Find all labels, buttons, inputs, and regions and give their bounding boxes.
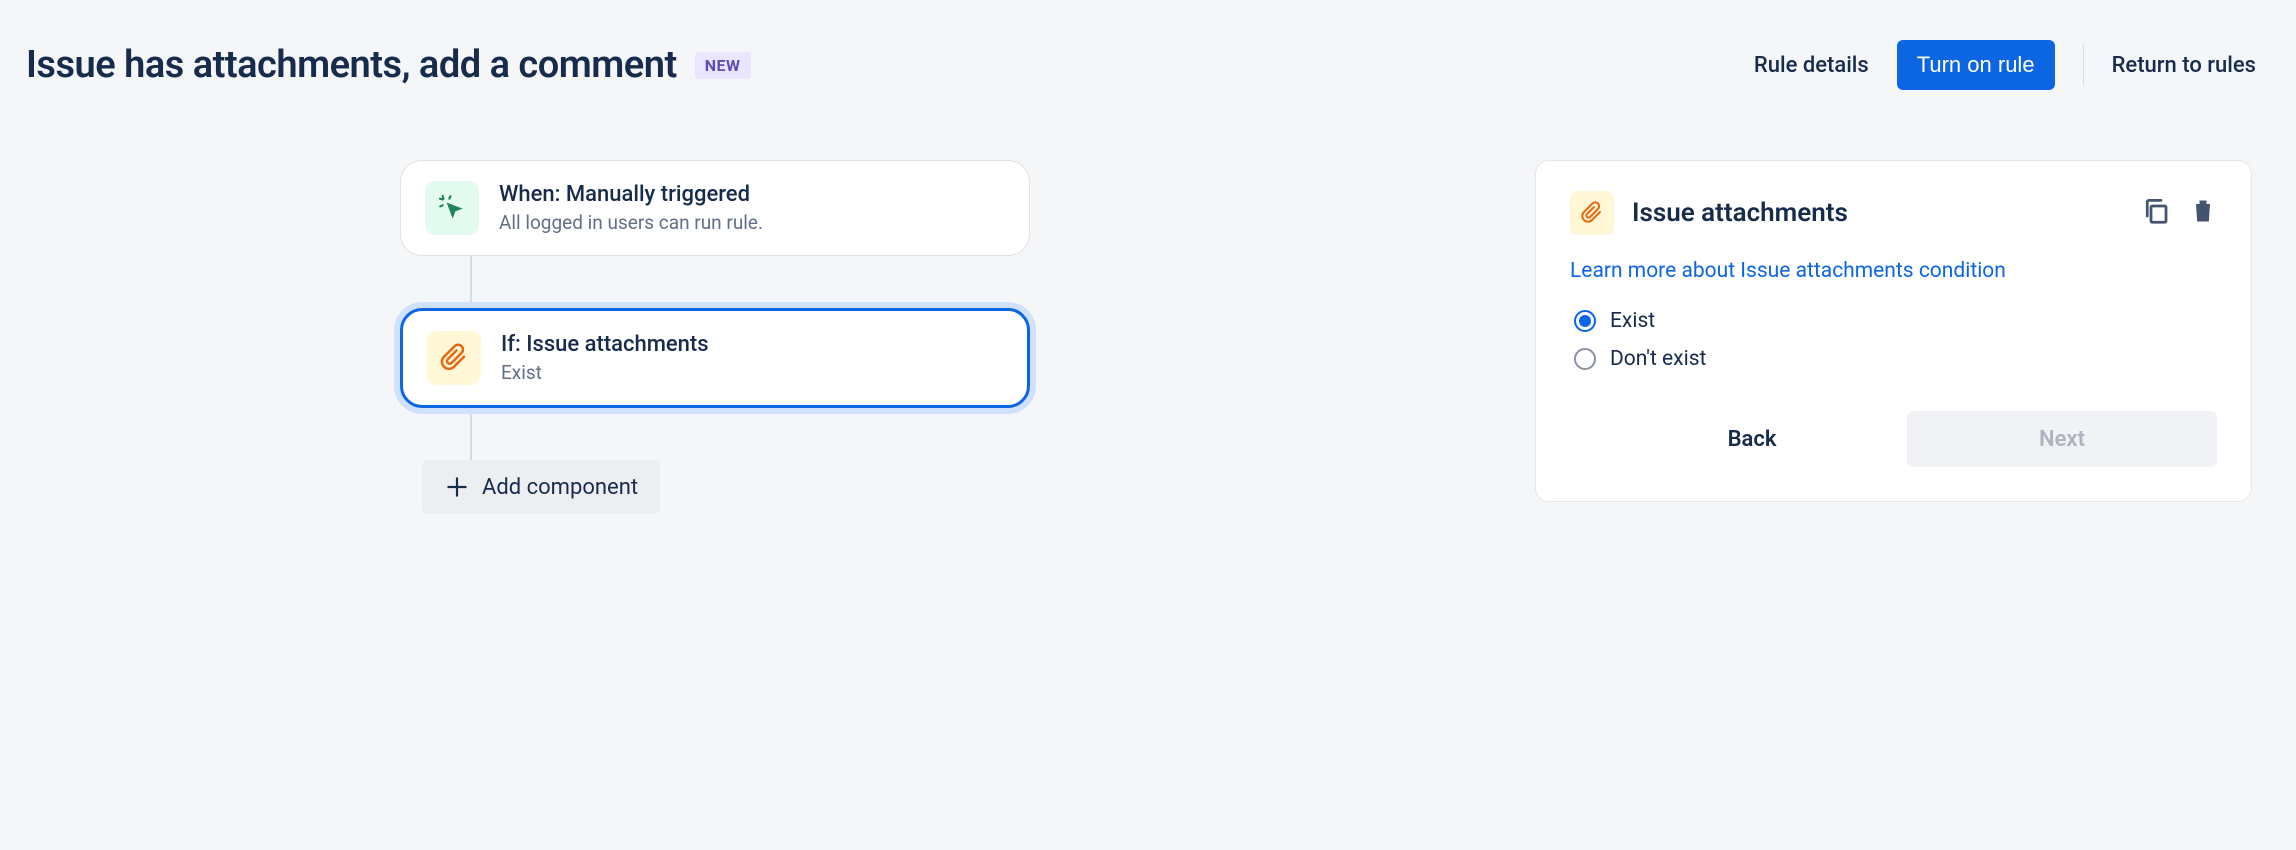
attachment-options: Exist Don't exist	[1574, 309, 2217, 371]
rule-details-link[interactable]: Rule details	[1754, 53, 1869, 78]
config-panel: Issue attachments	[1535, 160, 2252, 502]
plus-icon	[444, 474, 470, 500]
return-to-rules-link[interactable]: Return to rules	[2112, 53, 2256, 78]
new-badge: NEW	[695, 52, 751, 79]
panel-header: Issue attachments	[1570, 191, 2217, 235]
trash-icon[interactable]	[2189, 197, 2217, 229]
option-dont-exist-label: Don't exist	[1610, 347, 1706, 371]
duplicate-icon[interactable]	[2141, 196, 2171, 230]
option-exist[interactable]: Exist	[1574, 309, 2217, 333]
trigger-text: When: Manually triggered All logged in u…	[499, 182, 763, 234]
condition-text: If: Issue attachments Exist	[501, 332, 709, 384]
title-wrap: Issue has attachments, add a comment NEW	[26, 43, 751, 87]
option-exist-label: Exist	[1610, 309, 1655, 333]
panel-buttons: Back Next	[1570, 411, 2217, 467]
add-component-button[interactable]: Add component	[422, 460, 660, 514]
page-header: Issue has attachments, add a comment NEW…	[26, 40, 2256, 90]
learn-more-link[interactable]: Learn more about Issue attachments condi…	[1570, 259, 2006, 283]
trigger-card[interactable]: When: Manually triggered All logged in u…	[400, 160, 1030, 256]
rule-title: Issue has attachments, add a comment	[26, 43, 677, 87]
flow-connector	[470, 256, 472, 308]
condition-card[interactable]: If: Issue attachments Exist	[400, 308, 1030, 408]
cursor-click-icon	[425, 181, 479, 235]
condition-subtitle: Exist	[501, 361, 709, 384]
header-divider	[2083, 45, 2084, 85]
flow-connector	[470, 408, 472, 460]
header-actions: Rule details Turn on rule Return to rule…	[1754, 40, 2256, 90]
next-button: Next	[1907, 411, 2217, 467]
option-dont-exist[interactable]: Don't exist	[1574, 347, 2217, 371]
attachment-icon	[427, 331, 481, 385]
flow-column: When: Manually triggered All logged in u…	[26, 160, 1495, 514]
trigger-title: When: Manually triggered	[499, 182, 763, 207]
back-button[interactable]: Back	[1597, 411, 1907, 467]
add-component-label: Add component	[482, 475, 638, 500]
turn-on-rule-button[interactable]: Turn on rule	[1897, 40, 2055, 90]
radio-icon	[1574, 310, 1596, 332]
panel-title: Issue attachments	[1632, 198, 1848, 228]
radio-icon	[1574, 348, 1596, 370]
condition-title: If: Issue attachments	[501, 332, 709, 357]
trigger-subtitle: All logged in users can run rule.	[499, 211, 763, 234]
attachment-icon	[1570, 191, 1614, 235]
